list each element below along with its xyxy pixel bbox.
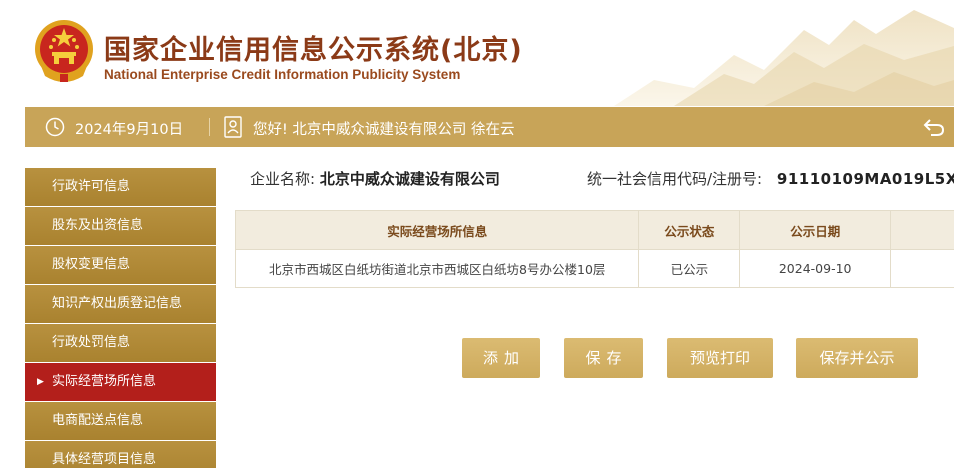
company-name: 北京中威众诚建设有限公司	[319, 170, 500, 188]
national-emblem-icon	[35, 20, 93, 82]
active-arrow-icon: ▶	[37, 377, 44, 387]
sidebar-item-business-premises[interactable]: ▶ 实际经营场所信息	[25, 363, 216, 401]
sidebar-item-label: 知识产权出质登记信息	[52, 296, 183, 311]
table-row[interactable]: 北京市西城区白纸坊街道北京市西城区白纸坊8号办公楼10层 已公示 2024-09…	[236, 249, 954, 287]
sidebar-item-label: 股权变更信息	[52, 257, 131, 272]
save-and-publish-button[interactable]: 保存并公示	[796, 338, 918, 378]
sidebar-item-label: 实际经营场所信息	[52, 374, 157, 389]
mountain-decoration	[614, 10, 954, 106]
credit-code-label: 统一社会信用代码/注册号:	[587, 170, 763, 188]
sidebar-item-shareholders[interactable]: 股东及出资信息	[25, 207, 216, 245]
info-bar: 2024年9月10日 您好! 北京中威众诚建设有限公司 徐在云	[25, 107, 954, 147]
back-icon[interactable]	[923, 117, 945, 137]
sidebar-item-label: 行政处罚信息	[52, 335, 131, 350]
sidebar-item-admin-penalty[interactable]: 行政处罚信息	[25, 324, 216, 362]
column-header-actions	[891, 211, 954, 249]
column-header-date: 公示日期	[740, 211, 892, 249]
table-header: 实际经营场所信息 公示状态 公示日期	[236, 211, 954, 249]
site-title: 国家企业信用信息公示系统(北京)	[104, 35, 523, 66]
user-icon	[224, 116, 242, 138]
divider	[209, 118, 210, 136]
sidebar-item-label: 电商配送点信息	[52, 413, 144, 428]
company-name-label: 企业名称:	[250, 170, 316, 188]
sidebar-menu: 行政许可信息 股东及出资信息 股权变更信息 知识产权出质登记信息 行政处罚信息 …	[25, 168, 216, 468]
column-header-status: 公示状态	[639, 211, 741, 249]
cell-date: 2024-09-10	[740, 250, 892, 287]
sidebar-item-ip-pledge[interactable]: 知识产权出质登记信息	[25, 285, 216, 323]
column-header-premises: 实际经营场所信息	[236, 211, 640, 249]
save-button[interactable]: 保存	[564, 338, 643, 378]
sidebar-item-label: 具体经营项目信息	[52, 452, 157, 467]
cell-status: 已公示	[639, 250, 741, 287]
credit-code: 91110109MA019L5X	[776, 170, 954, 188]
company-name-row: 企业名称: 北京中威众诚建设有限公司	[250, 168, 500, 189]
page: 国家企业信用信息公示系统(北京) National Enterprise Cre…	[0, 0, 954, 468]
credit-code-row: 统一社会信用代码/注册号: 91110109MA019L5X	[587, 168, 954, 189]
sidebar-item-business-items[interactable]: 具体经营项目信息	[25, 441, 216, 468]
sidebar-item-label: 行政许可信息	[52, 179, 131, 194]
cell-premises-address: 北京市西城区白纸坊街道北京市西城区白纸坊8号办公楼10层	[236, 250, 640, 287]
cell-actions	[891, 250, 954, 287]
site-subtitle: National Enterprise Credit Information P…	[104, 67, 461, 82]
premises-table: 实际经营场所信息 公示状态 公示日期 北京市西城区白纸坊街道北京市西城区白纸坊8…	[235, 210, 954, 288]
preview-print-button[interactable]: 预览打印	[667, 338, 773, 378]
sidebar-item-label: 股东及出资信息	[52, 218, 144, 233]
add-button[interactable]: 添加	[462, 338, 540, 378]
sidebar-item-equity-change[interactable]: 股权变更信息	[25, 246, 216, 284]
current-date: 2024年9月10日	[75, 122, 184, 138]
sidebar-item-ecommerce-delivery[interactable]: 电商配送点信息	[25, 402, 216, 440]
site-header: 国家企业信用信息公示系统(北京) National Enterprise Cre…	[0, 0, 954, 106]
clock-icon	[45, 117, 65, 137]
sidebar-item-admin-license[interactable]: 行政许可信息	[25, 168, 216, 206]
user-greeting: 您好! 北京中威众诚建设有限公司 徐在云	[253, 122, 515, 138]
